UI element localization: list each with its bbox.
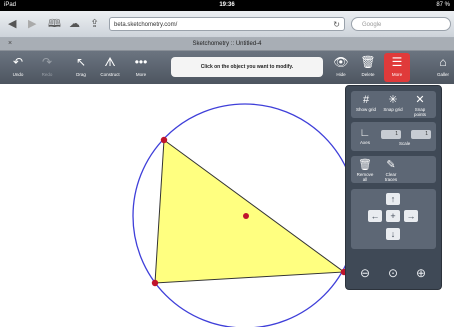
axes-icon: ∟ — [359, 127, 371, 139]
vertex-point[interactable] — [151, 279, 159, 287]
axes-button[interactable]: ∟ Axes — [354, 126, 376, 145]
hide-label: Hide — [336, 72, 346, 77]
gallery-label: Galler — [436, 72, 449, 77]
share-icon[interactable]: ⇪ — [90, 11, 99, 37]
arrow-right-icon[interactable]: → — [404, 210, 418, 222]
tab-bar: × Sketchometry :: Untitled-4 — [0, 38, 454, 51]
arrow-up-icon[interactable]: ↑ — [386, 193, 400, 205]
bookmarks-icon[interactable]: 🕮 — [48, 11, 61, 37]
redo-icon: ↷ — [41, 55, 53, 69]
snap-points-icon: ✕ — [415, 94, 425, 106]
home-icon: ⌂ — [439, 55, 447, 69]
grid-group: # Show grid ✳ Snap grid ✕ Snap points — [351, 91, 436, 118]
delete-button[interactable]: 🗑 Delete — [355, 53, 381, 82]
vertex-point[interactable] — [160, 136, 168, 144]
undo-icon: ↶ — [12, 55, 24, 69]
hint-text: Click on the object you want to modify. — [200, 64, 294, 70]
zoom-in-icon[interactable]: ⊕ — [414, 266, 428, 280]
settings-menu-button[interactable]: ☰ More — [384, 53, 410, 82]
sliders-icon: ☰ — [391, 55, 403, 69]
construct-label: Construct — [100, 72, 120, 77]
zoom-out-icon[interactable]: ⊖ — [358, 266, 372, 280]
search-placeholder: Google — [362, 22, 382, 28]
redo-button[interactable]: ↷ Redo — [34, 53, 60, 82]
hint-box: Click on the object you want to modify. — [171, 57, 323, 77]
remove-all-button[interactable]: 🗑 Remove all — [354, 158, 376, 182]
url-field[interactable]: beta.sketchometry.com/ ↻ — [109, 17, 345, 31]
scale-label: Scale — [399, 141, 411, 146]
show-grid-button[interactable]: # Show grid — [355, 93, 377, 112]
settings-menu-label: More — [391, 72, 403, 77]
eye-icon: 👁 — [333, 55, 349, 69]
pointer-icon: ↖ — [75, 55, 87, 69]
axes-group: ∟ Axes 1 1 Scale — [351, 122, 436, 151]
center-point[interactable] — [243, 213, 249, 219]
plus-icon[interactable]: + — [386, 210, 400, 222]
clock: 19:36 — [219, 2, 235, 8]
trash-icon: 🗑 — [360, 55, 376, 69]
settings-panel: # Show grid ✳ Snap grid ✕ Snap points ∟ … — [345, 85, 442, 290]
snap-grid-label: Snap grid — [383, 107, 403, 112]
construct-icon: ᗑ — [104, 55, 116, 69]
clear-traces-button[interactable]: ✎ Clear traces — [380, 158, 402, 182]
delete-label: Delete — [361, 72, 375, 77]
navigation-group: ↑ ← + → ↓ — [351, 189, 436, 249]
remove-all-label: Remove all — [356, 172, 374, 182]
battery-label: 87 % — [436, 2, 450, 8]
reload-icon[interactable]: ↻ — [333, 18, 340, 32]
arrow-down-icon[interactable]: ↓ — [386, 228, 400, 240]
undo-label: Undo — [12, 72, 24, 77]
url-text: beta.sketchometry.com/ — [114, 22, 178, 28]
back-icon[interactable]: ◀ — [8, 11, 16, 37]
arrow-left-icon[interactable]: ← — [368, 210, 382, 222]
more-label: More — [135, 72, 147, 77]
snap-points-button[interactable]: ✕ Snap points — [409, 93, 431, 117]
clear-group: 🗑 Remove all ✎ Clear traces — [351, 156, 436, 183]
more-button[interactable]: ••• More — [128, 53, 154, 82]
snap-grid-button[interactable]: ✳ Snap grid — [382, 93, 404, 112]
browser-bar: ◀ ▶ 🕮 ☁ ⇪ beta.sketchometry.com/ ↻ Googl… — [0, 11, 454, 38]
show-grid-label: Show grid — [355, 107, 376, 112]
ellipsis-icon: ••• — [134, 55, 148, 69]
zoom-reset-icon[interactable]: ⊙ — [386, 266, 400, 280]
drag-label: Drag — [76, 72, 86, 77]
redo-label: Redo — [41, 72, 53, 77]
icloud-tabs-icon[interactable]: ☁ — [69, 11, 80, 37]
triangle[interactable] — [154, 139, 346, 284]
search-field[interactable]: Google — [351, 17, 451, 31]
status-bar: iPad 19:36 87 % — [0, 0, 454, 11]
clear-traces-label: Clear traces — [384, 172, 398, 182]
gallery-button[interactable]: ⌂ Galler — [432, 53, 454, 82]
scale-x-field[interactable]: 1 — [381, 130, 401, 139]
trash-icon: 🗑 — [358, 159, 372, 171]
tab-title[interactable]: Sketchometry :: Untitled-4 — [0, 38, 454, 50]
scale-y-field[interactable]: 1 — [411, 130, 431, 139]
eraser-icon: ✎ — [386, 159, 396, 171]
snap-grid-icon: ✳ — [388, 94, 398, 106]
drag-button[interactable]: ↖ Drag — [68, 53, 94, 82]
axes-label: Axes — [359, 140, 370, 145]
snap-points-label: Snap points — [413, 107, 426, 117]
hide-button[interactable]: 👁 Hide — [328, 53, 354, 82]
undo-button[interactable]: ↶ Undo — [5, 53, 31, 82]
grid-icon: # — [362, 94, 370, 106]
construct-button[interactable]: ᗑ Construct — [97, 53, 123, 82]
forward-icon[interactable]: ▶ — [28, 11, 36, 37]
